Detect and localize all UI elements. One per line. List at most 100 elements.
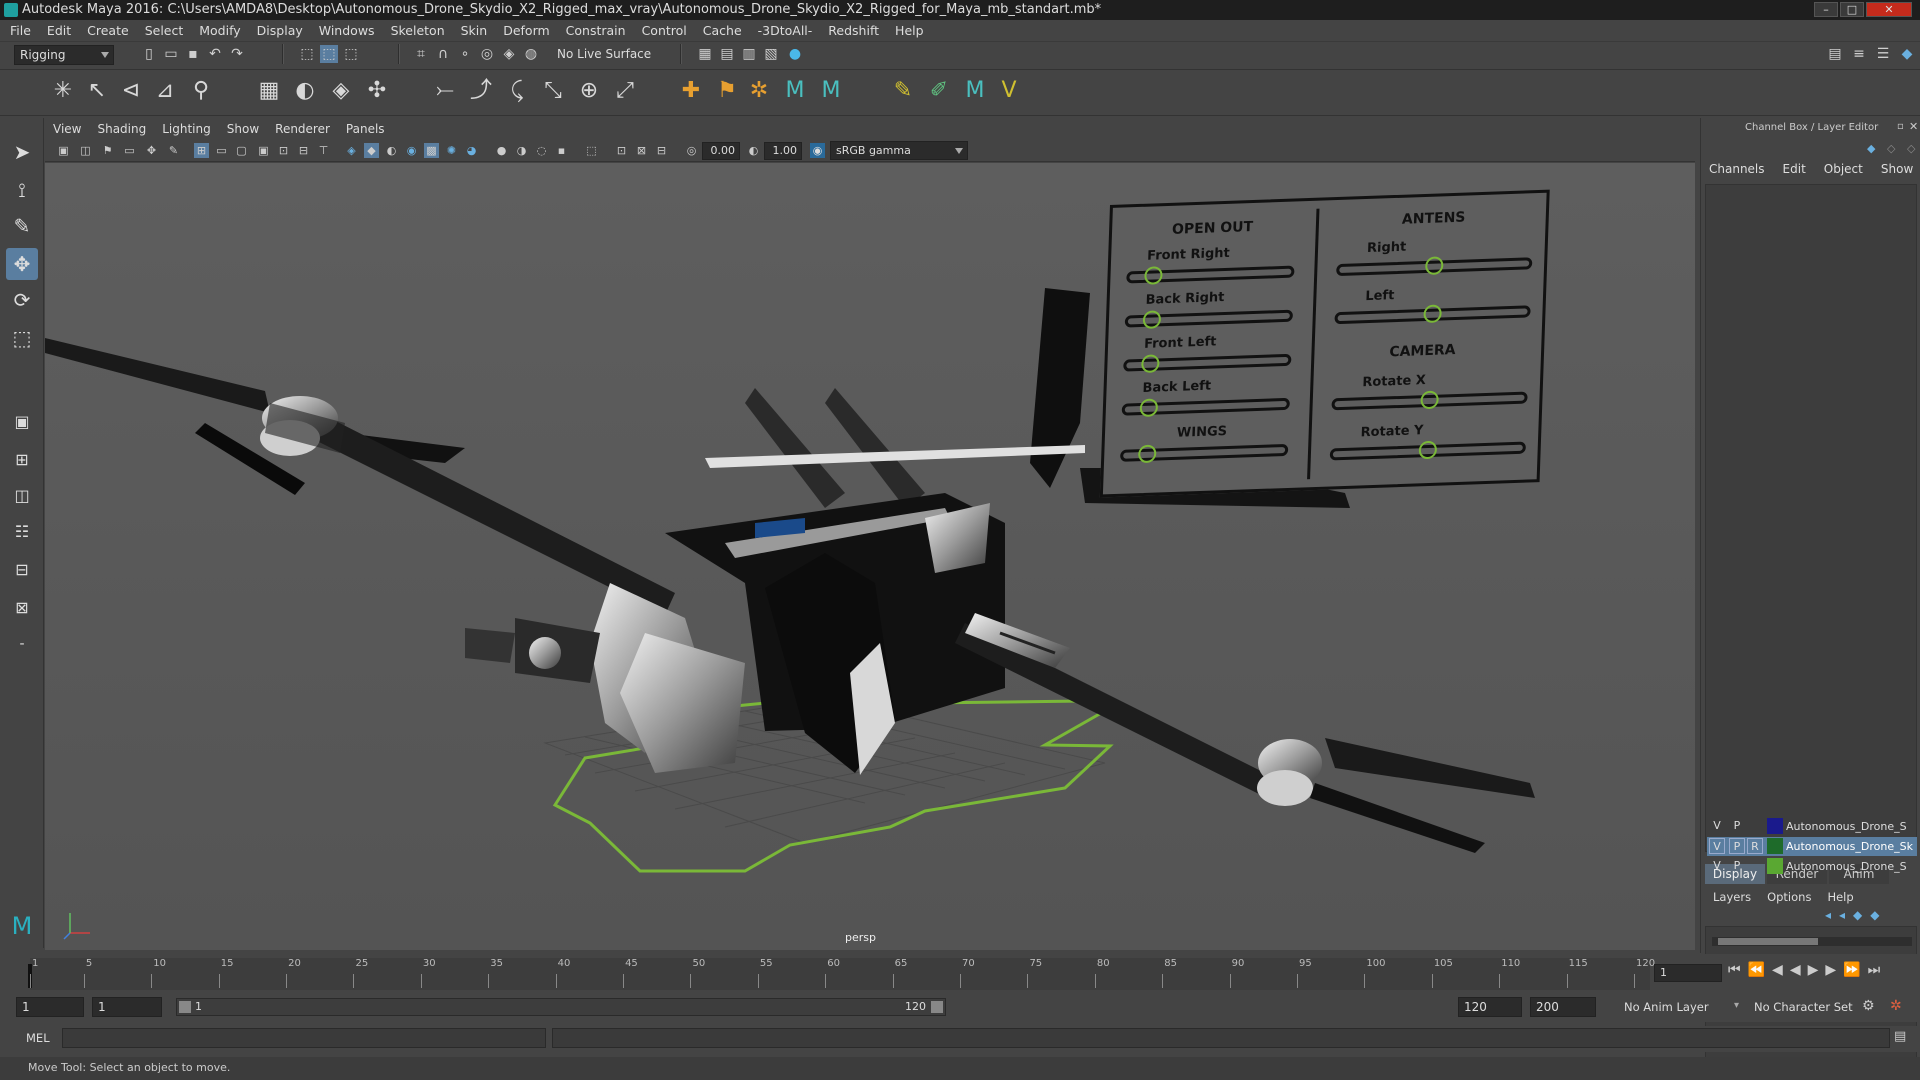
menu-edit[interactable]: Edit: [47, 23, 71, 38]
range-end-handle[interactable]: [931, 1001, 943, 1013]
render-settings-icon[interactable]: ▧: [762, 45, 780, 63]
current-frame-field[interactable]: 1: [1654, 964, 1722, 982]
maya-script-icon-2[interactable]: M: [816, 76, 846, 106]
textured-icon[interactable]: ◉: [404, 143, 419, 158]
lasso-tool-icon[interactable]: ⟟: [6, 174, 38, 206]
reference-toggle[interactable]: R: [1747, 838, 1763, 854]
save-scene-icon[interactable]: ▪: [184, 45, 202, 63]
layer-action-icons[interactable]: ◂◂◆◆: [1825, 908, 1888, 922]
camera-attr-icon[interactable]: ◫: [78, 143, 93, 158]
layer-color-swatch[interactable]: [1767, 818, 1783, 834]
help-menu[interactable]: Help: [1827, 890, 1853, 904]
modeling-toolkit-icon[interactable]: ▤: [1826, 45, 1844, 63]
channelbox-layout-icon-3[interactable]: ◇: [1907, 142, 1915, 155]
snap-curve-icon[interactable]: ∩: [434, 45, 452, 63]
select-hierarchy-icon[interactable]: ⬚: [298, 45, 316, 63]
redo-icon[interactable]: ↷: [228, 45, 246, 63]
pole-vector-icon[interactable]: ⤢: [610, 76, 640, 106]
select-component-icon[interactable]: ⬚: [342, 45, 360, 63]
range-start-handle[interactable]: [179, 1001, 191, 1013]
single-pane-layout-icon[interactable]: ▣: [6, 406, 38, 438]
gamma-icon[interactable]: ◐: [746, 143, 761, 158]
image-plane-icon[interactable]: ▭: [122, 143, 137, 158]
layers-menu[interactable]: Layers: [1713, 890, 1751, 904]
shadows-icon[interactable]: ◕: [464, 143, 479, 158]
exposure-field[interactable]: 0.00: [702, 142, 740, 160]
menu-display[interactable]: Display: [257, 23, 303, 38]
parent-constraint-icon[interactable]: ⤚: [430, 76, 460, 106]
select-object-icon[interactable]: ⬚: [320, 45, 338, 63]
snap-point-icon[interactable]: ∘: [456, 45, 474, 63]
motion-blur-icon[interactable]: ◑: [514, 143, 529, 158]
menu-file[interactable]: File: [10, 23, 31, 38]
auto-key-icon[interactable]: ⚙: [1862, 998, 1875, 1014]
anim-layer-chevron-icon[interactable]: ▾: [1734, 1000, 1739, 1011]
step-back-key-icon[interactable]: ⏪: [1748, 962, 1765, 978]
hypershade-icon[interactable]: ●: [786, 45, 804, 63]
start-time-field[interactable]: 1: [16, 997, 84, 1017]
scale-tool-icon[interactable]: ⬚: [6, 322, 38, 354]
paint-weights-icon[interactable]: ✎: [888, 76, 918, 106]
minimize-button[interactable]: –: [1814, 2, 1838, 17]
character-set-dropdown[interactable]: No Character Set: [1754, 1000, 1853, 1014]
xray-joints-icon[interactable]: ⊡: [614, 143, 629, 158]
close-button[interactable]: ✕: [1866, 2, 1912, 17]
undo-icon[interactable]: ↶: [206, 45, 224, 63]
depth-of-field-icon[interactable]: ▪: [554, 143, 569, 158]
panel-menu-renderer[interactable]: Renderer: [275, 122, 330, 136]
channel-box-toggle-icon[interactable]: ◆: [1898, 45, 1916, 63]
tool-settings-icon[interactable]: ☰: [1874, 45, 1892, 63]
layer-name[interactable]: Autonomous_Drone_Sk: [1786, 837, 1913, 856]
mirror-joint-icon[interactable]: ⊲: [116, 76, 146, 106]
snap-surface-icon[interactable]: ◈: [500, 45, 518, 63]
visibility-toggle[interactable]: V: [1709, 858, 1725, 874]
exposure-icon[interactable]: ◎: [684, 143, 699, 158]
viewport-persp[interactable]: OPEN OUT Front Right Back Right Front Le…: [45, 163, 1695, 950]
insert-joint-icon[interactable]: ↖: [82, 76, 112, 106]
menu-cache[interactable]: Cache: [703, 23, 742, 38]
gamma-field[interactable]: 1.00: [764, 142, 802, 160]
point-constraint-icon[interactable]: ⤴: [466, 76, 496, 106]
scrollbar-thumb[interactable]: [1718, 938, 1818, 945]
channelbox-layout-icon-1[interactable]: ◆: [1867, 142, 1875, 155]
maximize-button[interactable]: □: [1840, 2, 1864, 17]
end-time-field[interactable]: 200: [1530, 997, 1596, 1017]
range-slider[interactable]: 1 120: [176, 998, 946, 1016]
channelbox-layout-icon-2[interactable]: ◇: [1887, 142, 1895, 155]
menu-windows[interactable]: Windows: [319, 23, 375, 38]
wireframe-icon[interactable]: ◈: [344, 143, 359, 158]
timeline-track[interactable]: [30, 958, 1650, 990]
new-scene-icon[interactable]: ▯: [140, 45, 158, 63]
xray-active-icon[interactable]: ⊠: [634, 143, 649, 158]
hypershade-layout-icon[interactable]: ⊠: [6, 592, 38, 624]
colorspace-dropdown[interactable]: sRGB gamma: [830, 141, 968, 160]
snap-grid-icon[interactable]: ⌗: [412, 45, 430, 63]
ipr-render-icon[interactable]: ▥: [740, 45, 758, 63]
menu-skin[interactable]: Skin: [461, 23, 488, 38]
maya-script-icon-3[interactable]: M: [960, 76, 990, 106]
snap-view-icon[interactable]: ◎: [478, 45, 496, 63]
play-forward-icon[interactable]: ▶: [1808, 962, 1819, 978]
rotate-tool-icon[interactable]: ⟳: [6, 284, 38, 316]
layer-color-swatch[interactable]: [1767, 838, 1783, 854]
options-menu[interactable]: Options: [1767, 890, 1811, 904]
anti-alias-icon[interactable]: ◌: [534, 143, 549, 158]
four-pane-layout-icon[interactable]: ⊞: [6, 444, 38, 476]
open-scene-icon[interactable]: ▭: [162, 45, 180, 63]
orient-constraint-icon[interactable]: ⤹: [502, 76, 532, 106]
lights-icon[interactable]: ✺: [444, 143, 459, 158]
film-gate-icon[interactable]: ▭: [214, 143, 229, 158]
menu-control[interactable]: Control: [642, 23, 687, 38]
live-surface-field[interactable]: No Live Surface: [552, 45, 658, 65]
scale-constraint-icon[interactable]: ⤡: [538, 76, 568, 106]
menu-constrain[interactable]: Constrain: [566, 23, 626, 38]
grid-toggle-icon[interactable]: ⊞: [194, 143, 209, 158]
panel-menu-view[interactable]: View: [53, 122, 81, 136]
panel-menu-lighting[interactable]: Lighting: [162, 122, 211, 136]
smooth-shade-icon[interactable]: ◆: [364, 143, 379, 158]
channel-list[interactable]: [1705, 184, 1917, 852]
layer-row-selected[interactable]: V P R Autonomous_Drone_Sk: [1707, 837, 1917, 856]
layer-scrollbar[interactable]: [1712, 937, 1912, 946]
joint-tool-icon[interactable]: ⚑: [712, 76, 742, 106]
safe-title-icon[interactable]: ⊤: [316, 143, 331, 158]
